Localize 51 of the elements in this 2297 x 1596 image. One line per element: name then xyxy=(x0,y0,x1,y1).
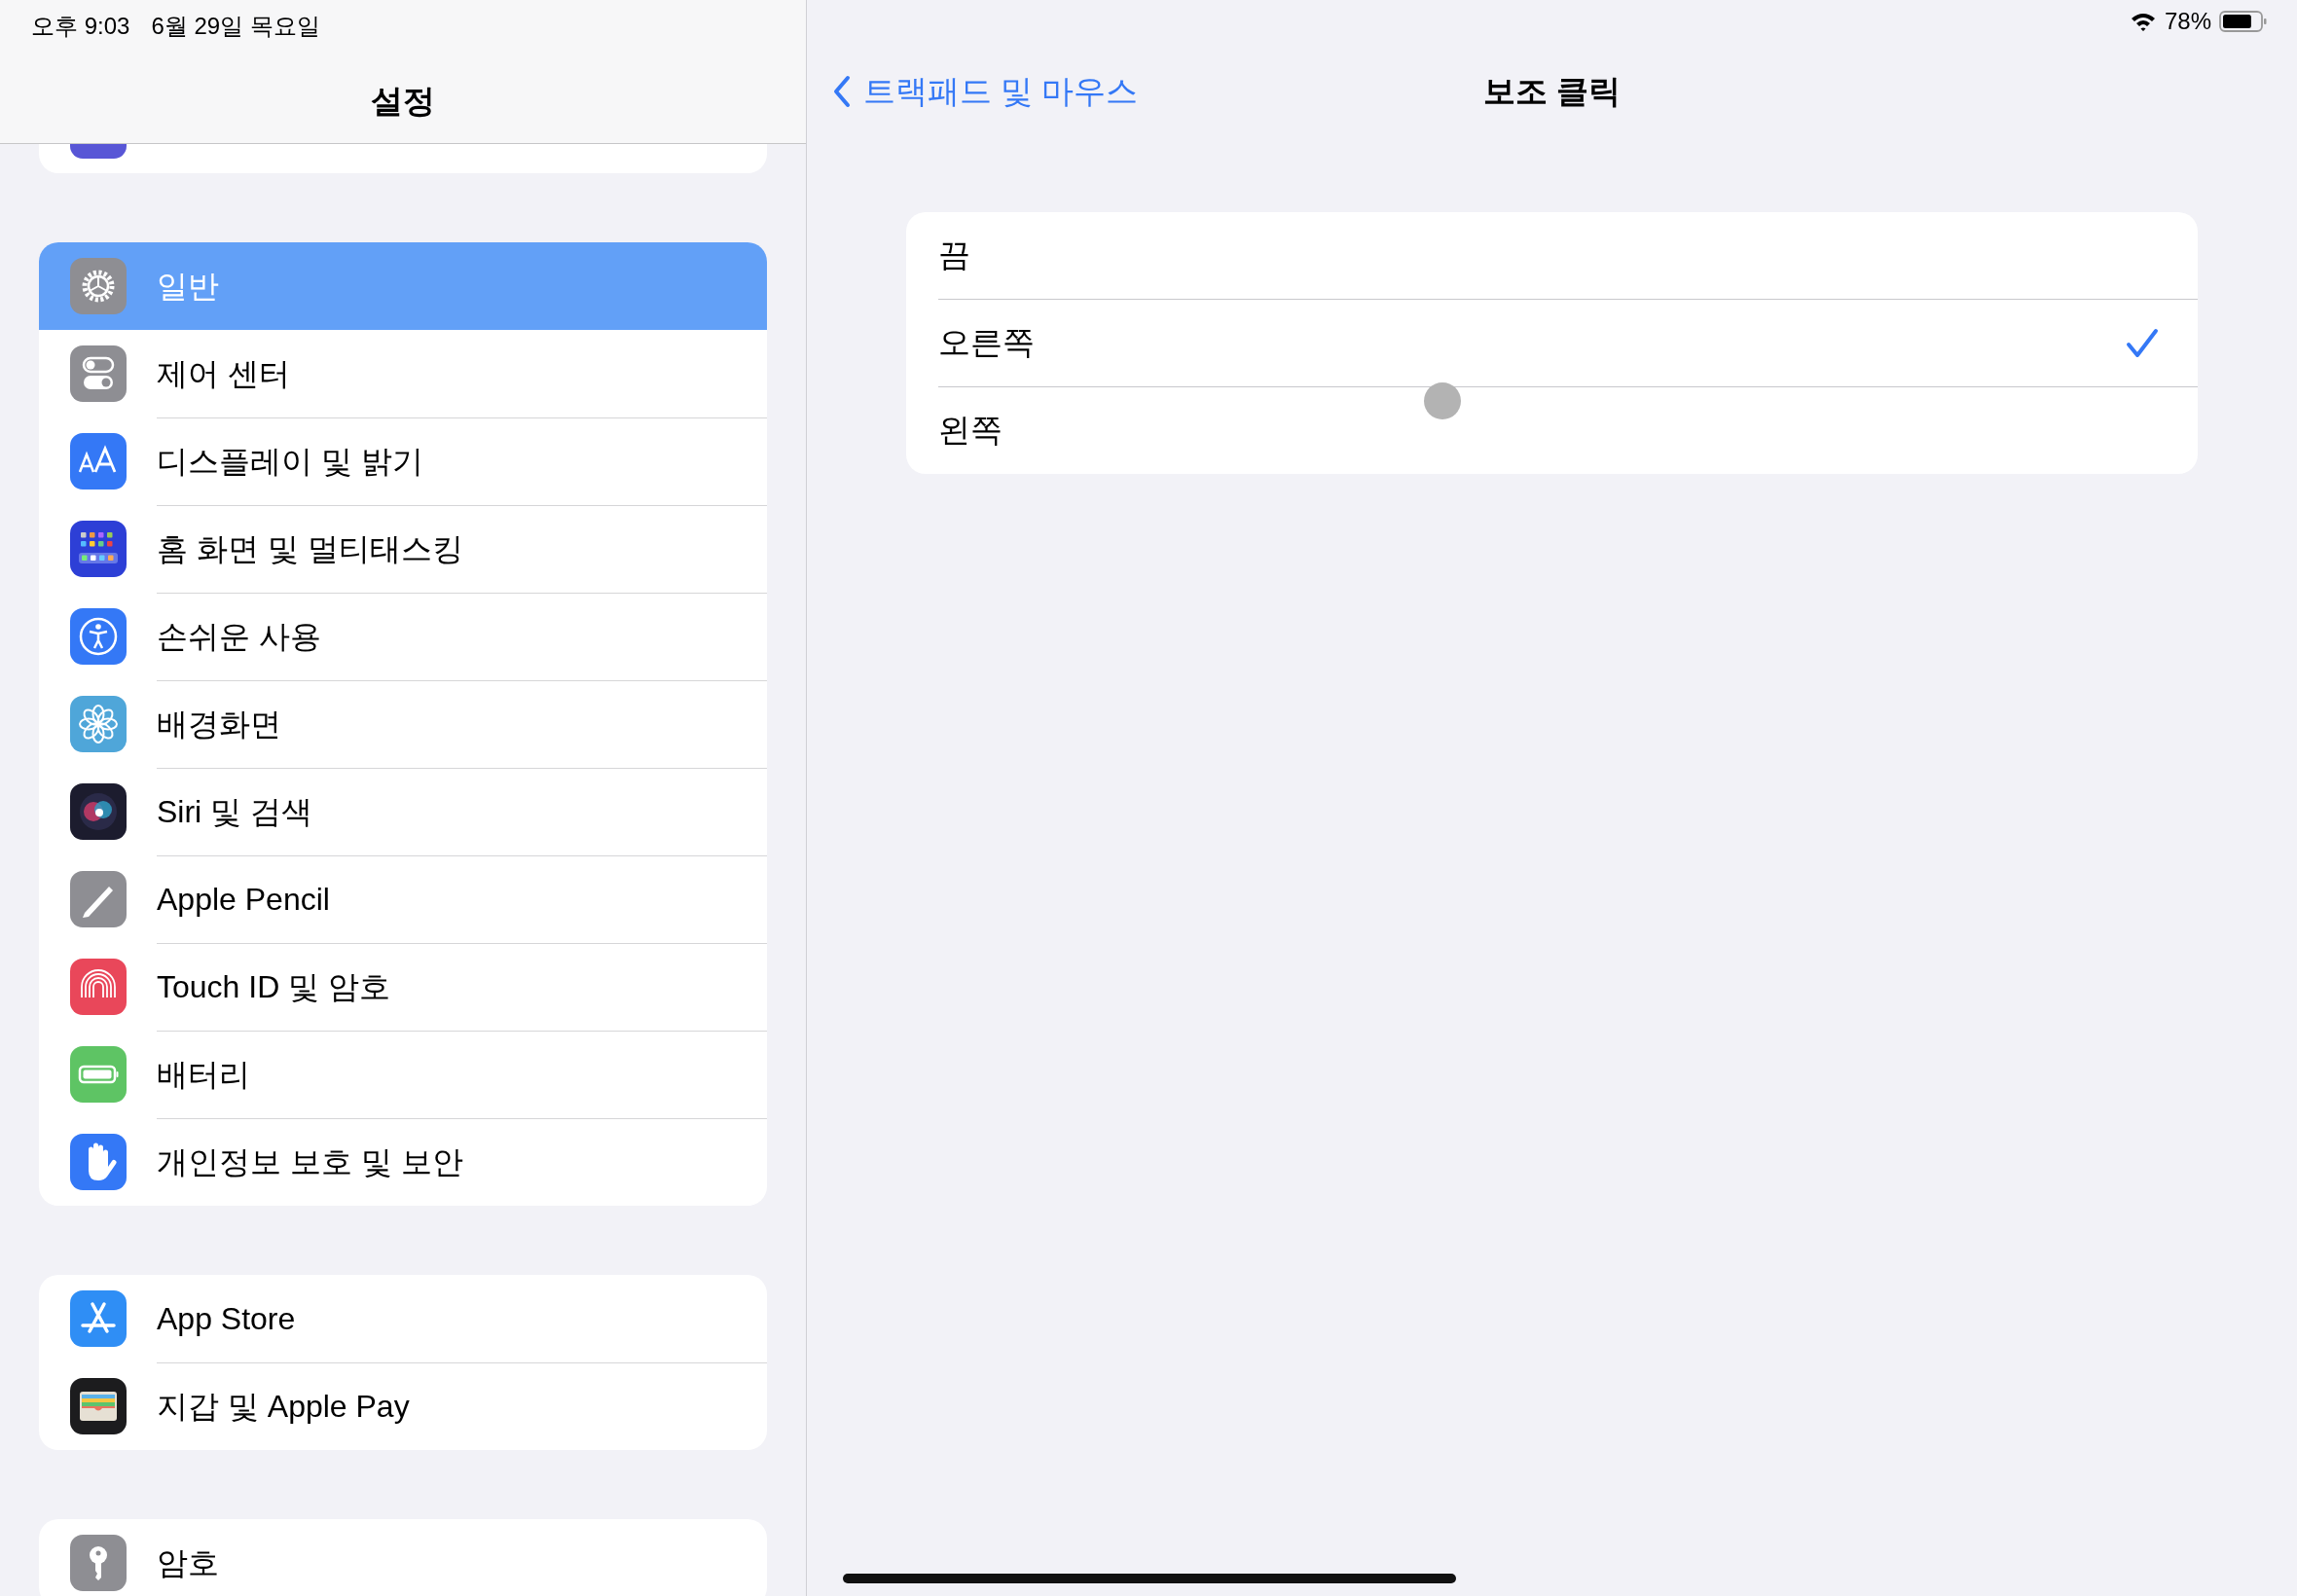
store-icon xyxy=(70,1290,127,1347)
item-label: Touch ID 및 암호 xyxy=(157,967,391,1006)
battery-icon xyxy=(70,1046,127,1103)
accessibility-icon xyxy=(70,608,127,665)
option-row[interactable]: 오른쪽 xyxy=(938,299,2198,386)
item-label: 제어 센터 xyxy=(157,354,290,393)
status-time: 오후 9:03 xyxy=(31,12,130,41)
gear-icon xyxy=(70,258,127,314)
fingerprint-icon xyxy=(70,959,127,1015)
sidebar-item[interactable]: 배터리 xyxy=(39,1031,767,1118)
item-label: 개인정보 보호 및 보안 xyxy=(157,1143,463,1181)
sidebar-item[interactable]: 개인정보 보호 및 보안 xyxy=(39,1118,767,1206)
flower-icon xyxy=(70,696,127,752)
sidebar-item[interactable]: App Store xyxy=(39,1275,767,1362)
sidebar-item[interactable]: Touch ID 및 암호 xyxy=(39,943,767,1031)
battery-icon xyxy=(2219,10,2268,33)
item-label: 일반 xyxy=(157,267,219,306)
item-label: 배터리 xyxy=(157,1055,250,1094)
sidebar-item[interactable]: Siri 및 검색 xyxy=(39,768,767,855)
sidebar-item[interactable]: 암호 xyxy=(39,1519,767,1596)
item-label: 암호 xyxy=(157,1543,219,1582)
hand-icon xyxy=(70,1134,127,1190)
orb-icon xyxy=(70,783,127,840)
toggles-icon xyxy=(70,345,127,402)
item-label: Siri 및 검색 xyxy=(157,792,312,831)
sidebar-item[interactable]: 지갑 및 Apple Pay xyxy=(39,1362,767,1450)
chevron-icon xyxy=(832,75,852,108)
back-button[interactable]: 트랙패드 및 마우스 xyxy=(832,69,1139,114)
option-row[interactable]: 끔 xyxy=(938,212,2198,299)
sidebar-title: 설정 xyxy=(371,82,435,121)
item-label: 디스플레이 및 밝기 xyxy=(157,442,423,481)
battery-percent: 78% xyxy=(2164,8,2211,35)
page-title: 보조 클릭 xyxy=(1482,71,1622,111)
textsize-icon xyxy=(70,433,127,490)
grid-icon xyxy=(70,521,127,577)
sidebar-item[interactable]: 배경화면 xyxy=(39,680,767,768)
item-label: 손쉬운 사용 xyxy=(157,617,321,656)
key-icon xyxy=(70,1535,127,1591)
item-label: App Store xyxy=(157,1301,296,1337)
wallet-icon xyxy=(70,1378,127,1434)
item-label: 홈 화면 및 멀티태스킹 xyxy=(157,529,463,568)
sidebar-item[interactable]: 디스플레이 및 밝기 xyxy=(39,417,767,505)
pencil-icon xyxy=(70,871,127,927)
item-label: 배경화면 xyxy=(157,705,281,744)
sidebar-item[interactable]: 홈 화면 및 멀티태스킹 xyxy=(39,505,767,593)
item-label: 지갑 및 Apple Pay xyxy=(157,1387,410,1426)
item-label: Apple Pencil xyxy=(157,882,330,918)
sidebar-item[interactable]: Apple Pencil xyxy=(39,855,767,943)
sidebar-item[interactable]: 손쉬운 사용 xyxy=(39,593,767,680)
sidebar-item[interactable]: 제어 센터 xyxy=(39,330,767,417)
status-date: 6월 29일 목요일 xyxy=(151,12,320,41)
